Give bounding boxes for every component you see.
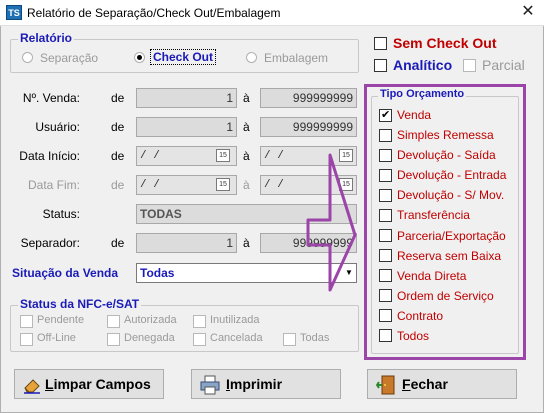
nfce-pendente-checkbox[interactable] [20,315,33,328]
nvenda-a: à [243,91,250,105]
tipo-orcamento-legend: Tipo Orçamento [378,88,467,100]
nfce-offline-label: Off-Line [37,332,76,344]
tipo-todos-label: Todos [397,329,430,343]
tipo-transferencia-checkbox[interactable] [379,209,392,222]
tipo-simples-remessa-label: Simples Remessa [397,128,494,142]
data-fim-label: Data Fim: [27,178,80,192]
radio-embalagem-label: Embalagem [264,51,329,65]
nfce-cancelada-label: Cancelada [210,332,263,344]
data-fim-de: de [111,178,125,192]
limpar-campos-button[interactable]: Limpar Campos [14,369,164,399]
fechar-mnemonic: F [402,376,411,392]
nfce-autorizada-label: Autorizada [124,314,177,326]
tipo-transferencia-label: Transferência [397,208,470,222]
tipo-reserva-checkbox[interactable] [379,249,392,262]
separador-from-input[interactable]: 1 [136,233,237,253]
tipo-venda-checkbox[interactable] [379,108,392,122]
tipo-devolucao-smov-label: Devolução - S/ Mov. [397,188,505,202]
situacao-label: Situação da Venda [12,266,119,280]
sem-check-out-checkbox[interactable] [374,37,387,50]
nfce-offline-checkbox[interactable] [20,333,33,346]
nfce-denegada-label: Denegada [124,332,175,344]
calendar-icon[interactable]: 15 [216,178,230,191]
sem-check-out-label: Sem Check Out [393,35,497,51]
nvenda-from-input[interactable]: 1 [136,88,237,108]
tipo-devolucao-saida-label: Devolução - Saída [397,148,496,162]
nvenda-de: de [111,91,125,105]
limpar-mnemonic: L [45,376,54,392]
data-inicio-de: de [111,149,125,163]
imprimir-label: mprimir [229,376,283,392]
fechar-button[interactable]: Fechar [367,369,517,399]
nfce-autorizada-checkbox[interactable] [107,315,120,328]
fechar-label: echar [410,376,448,392]
data-inicio-a: à [243,149,250,163]
eraser-icon [24,379,40,394]
status-label: Status: [42,207,80,221]
separador-a: à [243,236,250,250]
nfce-pendente-label: Pendente [37,314,85,326]
tipo-devolucao-saida-checkbox[interactable] [379,149,392,162]
calendar-icon[interactable]: 15 [216,149,230,162]
data-fim-a: à [243,178,250,192]
nvenda-label: Nº. Venda: [22,91,80,105]
analitico-label: Analítico [393,57,453,73]
separador-label: Separador: [20,236,80,250]
title-bar: TS Relatório de Separação/Check Out/Emba… [0,0,544,26]
radio-check-out-label: Check Out [150,49,217,65]
data-inicio-label: Data Início: [19,149,80,163]
nfce-inutilizada-checkbox[interactable] [193,315,206,328]
tipo-simples-remessa-checkbox[interactable] [379,129,392,142]
separador-de: de [111,236,125,250]
analitico-checkbox[interactable] [374,59,387,72]
window-title: Relatório de Separação/Check Out/Embalag… [27,6,281,20]
usuario-label: Usuário: [35,120,80,134]
tipo-devolucao-entrada-label: Devolução - Entrada [397,168,507,182]
tipo-devolucao-entrada-checkbox[interactable] [379,169,392,182]
printer-icon [200,375,220,395]
usuario-de: de [111,120,125,134]
tipo-venda-direta-checkbox[interactable] [379,269,392,282]
tipo-parceria-checkbox[interactable] [379,229,392,242]
parcial-label: Parcial [482,57,525,73]
nfce-todas-label: Todas [300,332,330,344]
close-icon[interactable]: ✕ [517,2,539,22]
radio-embalagem[interactable] [246,52,257,63]
arrow-annotation-icon [306,153,357,292]
nfce-todas-checkbox[interactable] [283,333,296,346]
usuario-from-input[interactable]: 1 [136,117,237,137]
nfce-denegada-checkbox[interactable] [107,333,120,346]
nfce-group [10,305,359,352]
tipo-todos-checkbox[interactable] [379,329,392,342]
tipo-ordem-servico-label: Ordem de Serviço [397,289,494,303]
usuario-a: à [243,120,250,134]
exit-door-icon [376,375,395,395]
parcial-checkbox[interactable] [463,59,476,72]
tipo-parceria-label: Parceria/Exportação [397,229,506,243]
tipo-ordem-servico-checkbox[interactable] [379,289,392,302]
usuario-to-input[interactable]: 999999999 [260,117,357,137]
tipo-venda-direta-label: Venda Direta [397,269,467,283]
tipo-venda-label: Venda [397,108,432,122]
relatorio-legend: Relatório [18,31,75,45]
tipo-reserva-label: Reserva sem Baixa [397,249,502,263]
radio-check-out[interactable] [134,52,145,63]
imprimir-button[interactable]: Imprimir [191,369,341,399]
nfce-legend: Status da NFC-e/SAT [18,297,142,311]
nvenda-to-input[interactable]: 999999999 [260,88,357,108]
nfce-cancelada-checkbox[interactable] [193,333,206,346]
app-icon: TS [6,5,22,20]
nfce-inutilizada-label: Inutilizada [210,314,260,326]
tipo-devolucao-smov-checkbox[interactable] [379,189,392,202]
radio-separacao-label: Separação [40,51,99,65]
tipo-contrato-checkbox[interactable] [379,309,392,322]
limpar-label: impar Campos [53,376,151,392]
radio-separacao[interactable] [22,52,33,63]
tipo-contrato-label: Contrato [397,309,444,323]
